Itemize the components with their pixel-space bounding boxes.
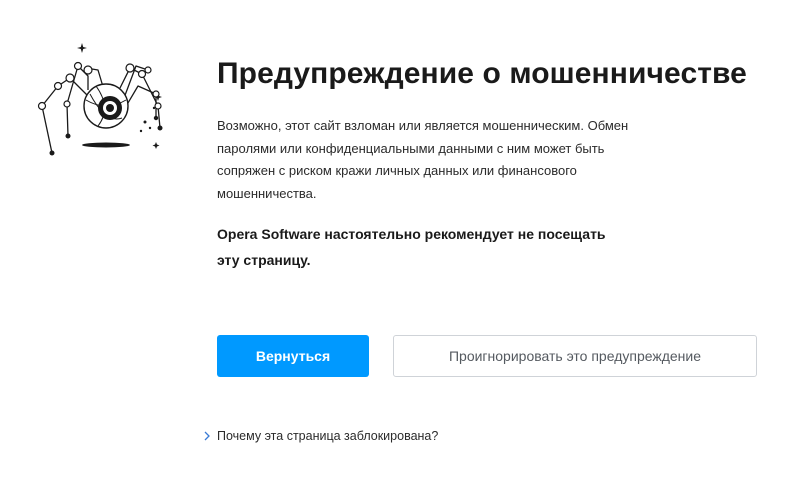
chevron-right-icon <box>204 431 210 441</box>
page-title: Предупреждение о мошенничестве <box>217 57 747 90</box>
recommendation-text: Opera Software настоятельно рекомендует … <box>217 226 606 268</box>
action-buttons: Вернуться Проигнорировать это предупрежд… <box>217 335 757 377</box>
why-blocked-label: Почему эта страница заблокирована? <box>217 429 439 443</box>
ignore-warning-button[interactable]: Проигнорировать это предупреждение <box>393 335 757 377</box>
warning-content: Предупреждение о мошенничестве Возможно,… <box>217 55 777 273</box>
why-blocked-link[interactable]: Почему эта страница заблокирована? <box>203 429 438 443</box>
fraud-warning-page: Предупреждение о мошенничестве Возможно,… <box>0 0 807 496</box>
warning-description: Возможно, этот сайт взломан или является… <box>217 118 629 201</box>
spider-illustration <box>37 43 163 156</box>
go-back-button[interactable]: Вернуться <box>217 335 369 377</box>
